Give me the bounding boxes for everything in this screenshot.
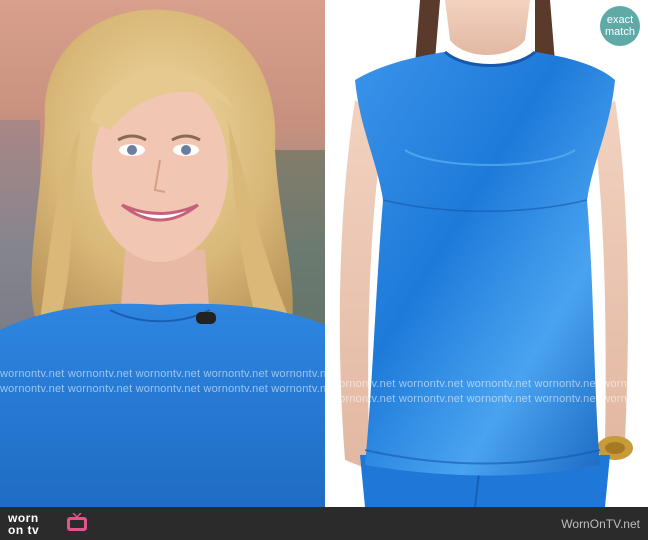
logo-line2: on tv <box>8 523 40 537</box>
host-photo-illustration <box>0 0 325 507</box>
site-name: WornOnTV.net <box>561 517 640 531</box>
tv-screenshot-photo: wornontv.net wornontv.net wornontv.net w… <box>0 0 325 507</box>
footer-bar: worn on tv WornOnTV.net <box>0 507 648 540</box>
tv-icon <box>67 513 87 531</box>
product-photo-illustration <box>325 0 648 507</box>
badge-line1: exact <box>606 14 634 26</box>
badge-line2: match <box>605 26 635 38</box>
product-photo: wornontv.net wornontv.net wornontv.net w… <box>325 0 648 507</box>
wornontv-logo[interactable]: worn on tv <box>6 511 87 537</box>
exact-match-badge: exact match <box>600 6 640 46</box>
